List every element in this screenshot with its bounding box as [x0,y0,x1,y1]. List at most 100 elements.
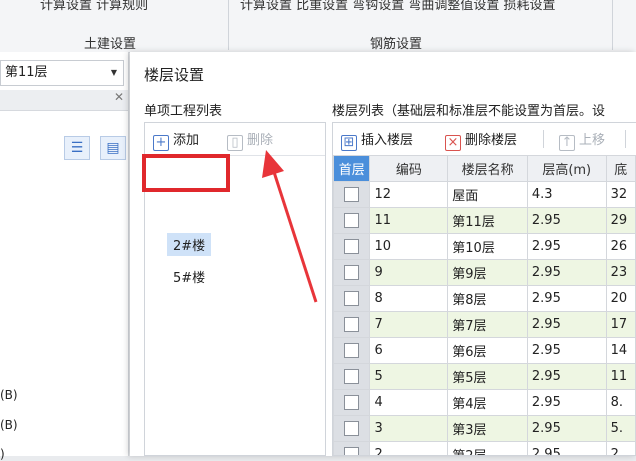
cell-code[interactable]: 7 [369,311,449,338]
insert-floor-button[interactable]: ⊞ 插入楼层 [341,129,413,151]
cell-base-elevation[interactable]: 29 [605,207,636,234]
cell-base-elevation[interactable]: 8. [605,389,636,416]
first-floor-checkbox-cell[interactable] [333,363,371,390]
first-floor-checkbox[interactable] [344,213,360,228]
first-floor-checkbox[interactable] [344,187,360,202]
table-row[interactable]: 6 第6层 2.95 14 [333,337,636,364]
cell-floor-height[interactable]: 2.95 [526,363,607,390]
first-floor-checkbox[interactable] [344,447,360,455]
table-row[interactable]: 7 第7层 2.95 17 [333,311,636,338]
cell-floor-name[interactable]: 第9层 [447,259,528,286]
first-floor-checkbox[interactable] [344,265,360,280]
column-header-first-floor[interactable]: 首层 [333,155,371,182]
list-view-icon[interactable]: ☰ [64,136,90,160]
column-header-code[interactable]: 编码 [369,155,449,182]
cell-base-elevation[interactable]: 20 [605,285,636,312]
cell-code[interactable]: 12 [369,181,449,208]
cell-base-elevation[interactable]: 5. [605,415,636,442]
cell-code[interactable]: 4 [369,389,449,416]
table-row[interactable]: 12 屋面 4.3 32 [333,181,636,208]
cell-floor-height[interactable]: 2.95 [526,337,607,364]
cell-floor-height[interactable]: 2.95 [526,441,607,455]
cell-code[interactable]: 11 [369,207,449,234]
floor-select[interactable]: 第11层 ▼ [0,60,124,86]
delete-floor-button[interactable]: × 删除楼层 [445,129,517,151]
cell-floor-name[interactable]: 第11层 [447,207,528,234]
cell-floor-height[interactable]: 2.95 [526,233,607,260]
cell-floor-name[interactable]: 第6层 [447,337,528,364]
cell-floor-height[interactable]: 2.95 [526,389,607,416]
left-panel-item[interactable]: (B) [0,418,18,432]
table-row[interactable]: 3 第3层 2.95 5. [333,415,636,442]
first-floor-checkbox-cell[interactable] [333,415,371,442]
cell-base-elevation[interactable]: 17 [605,311,636,338]
ribbon-top-right-clip[interactable]: 计算设置 比重设置 弯钩设置 弯曲调整值设置 损耗设置 [240,0,556,13]
first-floor-checkbox-cell[interactable] [333,233,371,260]
first-floor-checkbox-cell[interactable] [333,337,371,364]
cell-floor-name[interactable]: 第8层 [447,285,528,312]
cell-floor-height[interactable]: 2.95 [526,285,607,312]
first-floor-checkbox-cell[interactable] [333,259,371,286]
cell-base-elevation[interactable]: 32 [605,181,636,208]
cell-code[interactable]: 3 [369,415,449,442]
first-floor-checkbox[interactable] [344,421,360,436]
first-floor-checkbox-cell[interactable] [333,441,371,455]
table-row[interactable]: 8 第8层 2.95 20 [333,285,636,312]
cell-base-elevation[interactable]: 11 [605,363,636,390]
move-up-button[interactable]: ↑ 上移 [559,129,605,151]
cell-floor-name[interactable]: 第5层 [447,363,528,390]
cell-floor-name[interactable]: 第10层 [447,233,528,260]
highlight-box [142,154,230,192]
project-item[interactable]: 5#楼 [167,265,211,288]
cell-base-elevation[interactable]: 14 [605,337,636,364]
first-floor-checkbox-cell[interactable] [333,311,371,338]
cell-floor-height[interactable]: 4.3 [526,181,607,208]
ribbon-separator [228,0,229,50]
cell-floor-height[interactable]: 2.95 [526,207,607,234]
close-icon[interactable]: ✕ [114,90,124,104]
add-button[interactable]: + 添加 [153,129,199,151]
table-row[interactable]: 2第2层2.952. [333,441,636,455]
first-floor-checkbox[interactable] [344,291,360,306]
cell-floor-name[interactable]: 屋面 [447,181,528,208]
cell-code[interactable]: 10 [369,233,449,260]
cell-code[interactable]: 8 [369,285,449,312]
column-header-name[interactable]: 楼层名称 [447,155,528,182]
first-floor-checkbox[interactable] [344,343,360,358]
first-floor-checkbox-cell[interactable] [333,207,371,234]
first-floor-checkbox[interactable] [344,239,360,254]
table-row[interactable]: 5 第5层 2.95 11 [333,363,636,390]
first-floor-checkbox[interactable] [344,369,360,384]
column-header-height[interactable]: 层高(m) [526,155,607,182]
detail-view-icon[interactable]: ▤ [100,136,126,160]
cell-floor-name[interactable]: 第4层 [447,389,528,416]
cell-code[interactable]: 9 [369,259,449,286]
cell-base-elevation[interactable]: 23 [605,259,636,286]
cell-floor-name[interactable]: 第2层 [447,441,528,455]
cell-floor-height[interactable]: 2.95 [526,311,607,338]
ribbon-top-left-clip[interactable]: 计算设置 计算规则 [40,0,148,13]
first-floor-checkbox-cell[interactable] [333,181,371,208]
column-header-base[interactable]: 底 [605,155,636,182]
table-row[interactable]: 9 第9层 2.95 23 [333,259,636,286]
cell-floor-name[interactable]: 第3层 [447,415,528,442]
cell-base-elevation[interactable]: 26 [605,233,636,260]
cell-floor-name[interactable]: 第7层 [447,311,528,338]
cell-code[interactable]: 6 [369,337,449,364]
first-floor-checkbox[interactable] [344,317,360,332]
first-floor-checkbox-cell[interactable] [333,285,371,312]
table-row[interactable]: 4 第4层 2.95 8. [333,389,636,416]
cell-code[interactable]: 2 [369,441,449,455]
cell-base-elevation[interactable]: 2. [605,441,636,455]
cell-code[interactable]: 5 [369,363,449,390]
cell-floor-height[interactable]: 2.95 [526,259,607,286]
table-row[interactable]: 11 第11层 2.95 29 [333,207,636,234]
cell-floor-height[interactable]: 2.95 [526,415,607,442]
table-row[interactable]: 10 第10层 2.95 26 [333,233,636,260]
left-panel-item[interactable]: (B) [0,388,18,402]
left-panel-item[interactable]: ) [0,447,5,461]
delete-button[interactable]: ▯ 删除 [227,129,273,151]
project-item[interactable]: 2#楼 [167,233,212,256]
first-floor-checkbox[interactable] [344,395,360,410]
first-floor-checkbox-cell[interactable] [333,389,371,416]
